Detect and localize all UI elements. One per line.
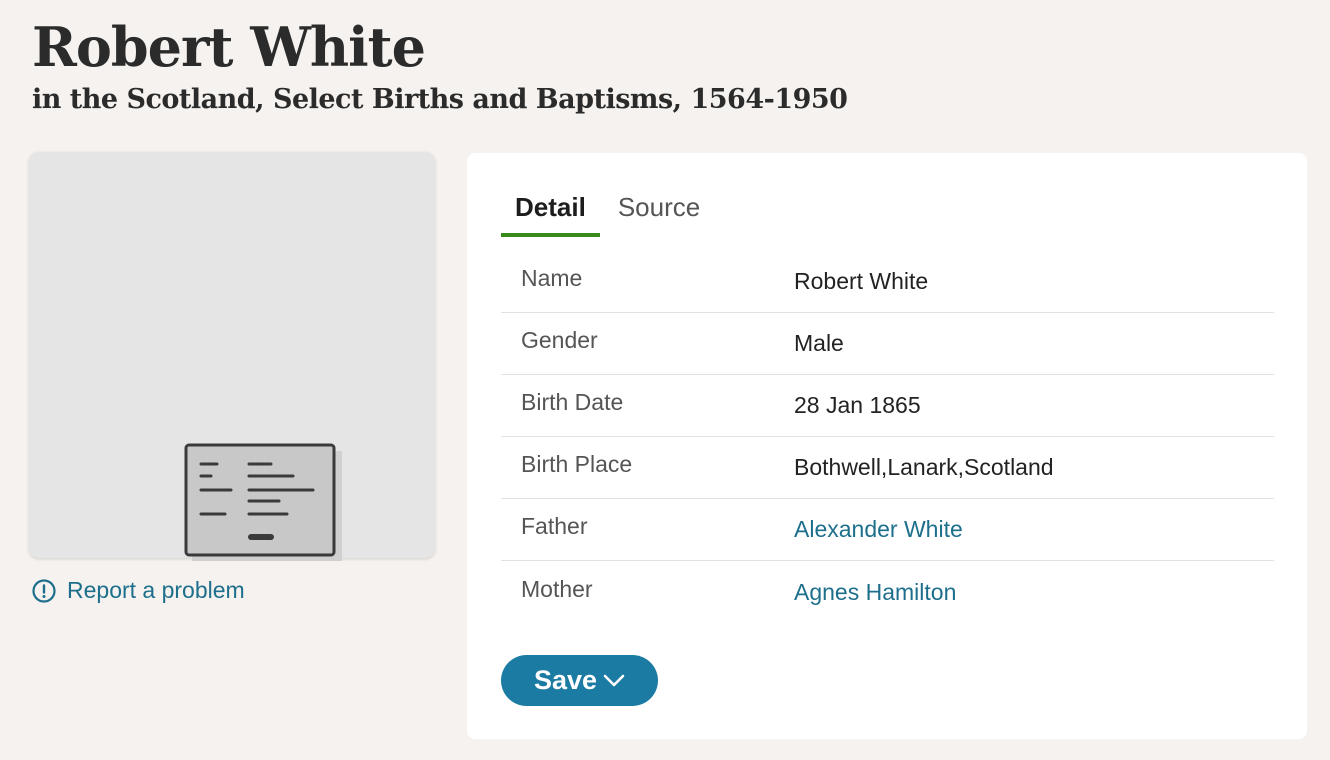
alert-circle-icon [32, 578, 56, 603]
detail-value: Bothwell,Lanark,Scotland [794, 454, 1054, 480]
detail-row-birth-date: Birth Date 28 Jan 1865 [501, 375, 1274, 437]
detail-label: Father [521, 513, 588, 539]
report-problem-label: Report a problem [67, 577, 245, 603]
chevron-down-icon [603, 674, 625, 686]
page-subtitle: in the Scotland, Select Births and Bapti… [32, 84, 848, 115]
detail-row-name: Name Robert White [501, 251, 1274, 313]
document-record-icon [184, 443, 342, 561]
detail-row-birth-place: Birth Place Bothwell,Lanark,Scotland [501, 437, 1274, 499]
tab-source[interactable]: Source [604, 189, 714, 237]
detail-value: Robert White [794, 268, 929, 294]
report-problem-link[interactable]: Report a problem [31, 577, 245, 604]
detail-label: Gender [521, 327, 598, 353]
detail-label: Birth Date [521, 389, 624, 415]
page-title: Robert White [32, 15, 426, 79]
detail-row-gender: Gender Male [501, 313, 1274, 375]
father-link[interactable]: Alexander White [794, 516, 963, 543]
detail-value: 28 Jan 1865 [794, 392, 921, 418]
record-image-card[interactable] [29, 152, 435, 561]
mother-link[interactable]: Agnes Hamilton [794, 579, 956, 606]
tab-detail[interactable]: Detail [501, 189, 600, 237]
detail-row-mother: Mother Agnes Hamilton [501, 561, 1274, 623]
save-button[interactable]: Save [501, 655, 658, 706]
detail-row-father: Father Alexander White [501, 499, 1274, 561]
detail-label: Name [521, 265, 583, 291]
save-button-label: Save [533, 665, 598, 695]
record-tabs: Detail Source [501, 189, 718, 237]
detail-label: Mother [521, 575, 593, 602]
detail-value: Male [794, 330, 844, 356]
detail-table: Name Robert White Gender Male Birth Date… [501, 251, 1274, 623]
detail-label: Birth Place [521, 451, 633, 477]
record-detail-card: Detail Source Name Robert White Gender M… [467, 153, 1307, 739]
